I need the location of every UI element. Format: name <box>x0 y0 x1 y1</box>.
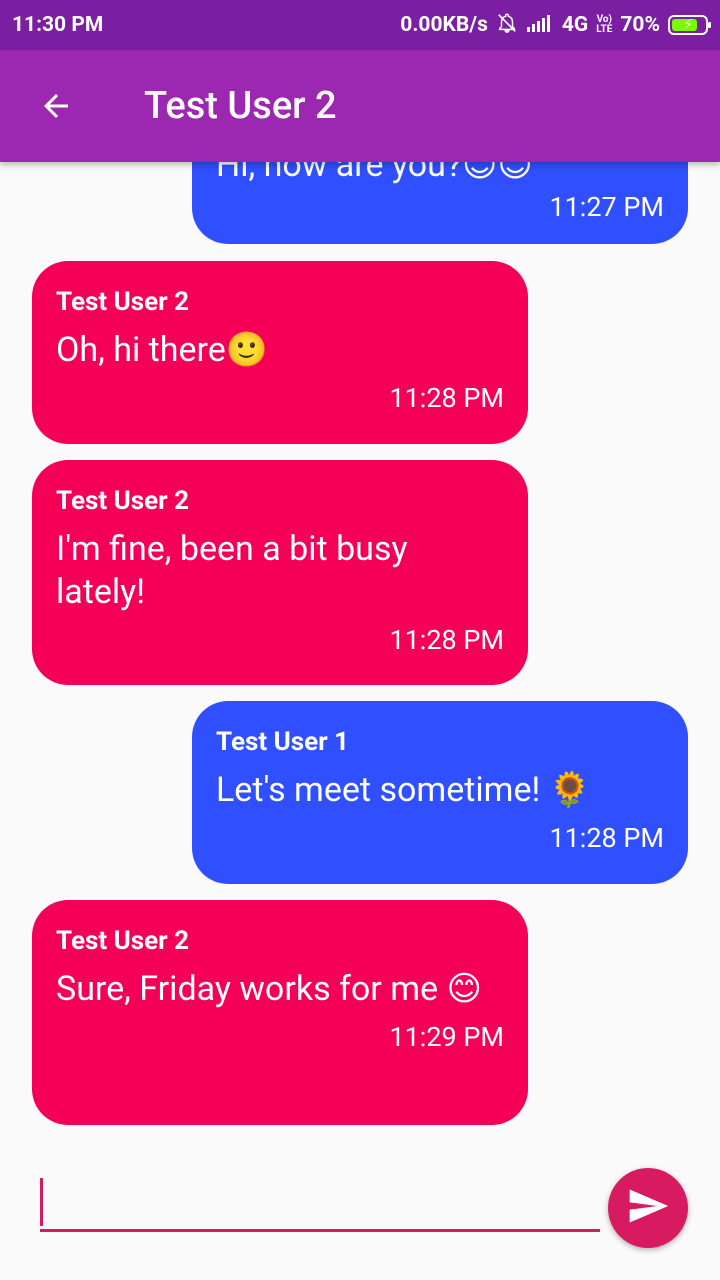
message-bubble: Hi, how are you?😊😊 11:27 PM <box>192 162 688 244</box>
volte-icon: Vo) LTE <box>596 14 613 35</box>
message-sender: Test User 1 <box>216 727 350 757</box>
network-type: 4G <box>561 13 589 37</box>
message-composer <box>0 1150 720 1260</box>
message-time: 11:29 PM <box>389 1021 504 1053</box>
message-text: I'm fine, been a bit busy lately! <box>56 529 408 612</box>
message-sender: Test User 2 <box>56 287 190 317</box>
battery-percent: 70% <box>620 13 660 37</box>
message-time: 11:27 PM <box>549 191 664 223</box>
message-sender: Test User 2 <box>56 486 190 516</box>
message-bubble: Test User 2 I'm fine, been a bit busy la… <box>32 460 528 685</box>
message-text: Oh, hi there🙂 <box>56 330 269 370</box>
text-cursor <box>40 1178 43 1226</box>
send-button[interactable] <box>608 1168 688 1248</box>
network-speed: 0.00KB/s <box>400 13 488 37</box>
status-bar: 11:30 PM 0.00KB/s 4G Vo) LTE 70% ⚡ <box>0 0 720 50</box>
app-bar: Test User 2 <box>0 50 720 162</box>
message-text: Sure, Friday works for me 😊 <box>56 969 482 1009</box>
message-time: 11:28 PM <box>389 624 504 656</box>
message-sender: Test User 2 <box>56 926 190 956</box>
signal-icon <box>526 13 554 38</box>
arrow-back-icon[interactable] <box>26 76 86 136</box>
status-right: 0.00KB/s 4G Vo) LTE 70% ⚡ <box>400 12 711 39</box>
message-text: Hi, how are you?😊😊 <box>216 162 533 185</box>
message-time: 11:28 PM <box>549 822 664 854</box>
battery-charging-icon: ⚡ <box>668 15 711 35</box>
send-icon <box>626 1184 670 1232</box>
message-time: 11:28 PM <box>389 382 504 414</box>
message-input[interactable] <box>40 1178 600 1232</box>
status-time: 11:30 PM <box>12 13 104 37</box>
message-bubble: Test User 2 Oh, hi there🙂 11:28 PM <box>32 261 528 444</box>
message-bubble: Test User 2 Sure, Friday works for me 😊 … <box>32 900 528 1125</box>
message-bubble: Test User 1 Let's meet sometime! 🌻 11:28… <box>192 701 688 884</box>
mute-bell-icon <box>496 12 518 39</box>
message-list[interactable]: Hi, how are you?😊😊 11:27 PM Test User 2 … <box>0 162 720 1142</box>
conversation-title: Test User 2 <box>144 84 337 128</box>
message-text: Let's meet sometime! 🌻 <box>216 770 592 810</box>
